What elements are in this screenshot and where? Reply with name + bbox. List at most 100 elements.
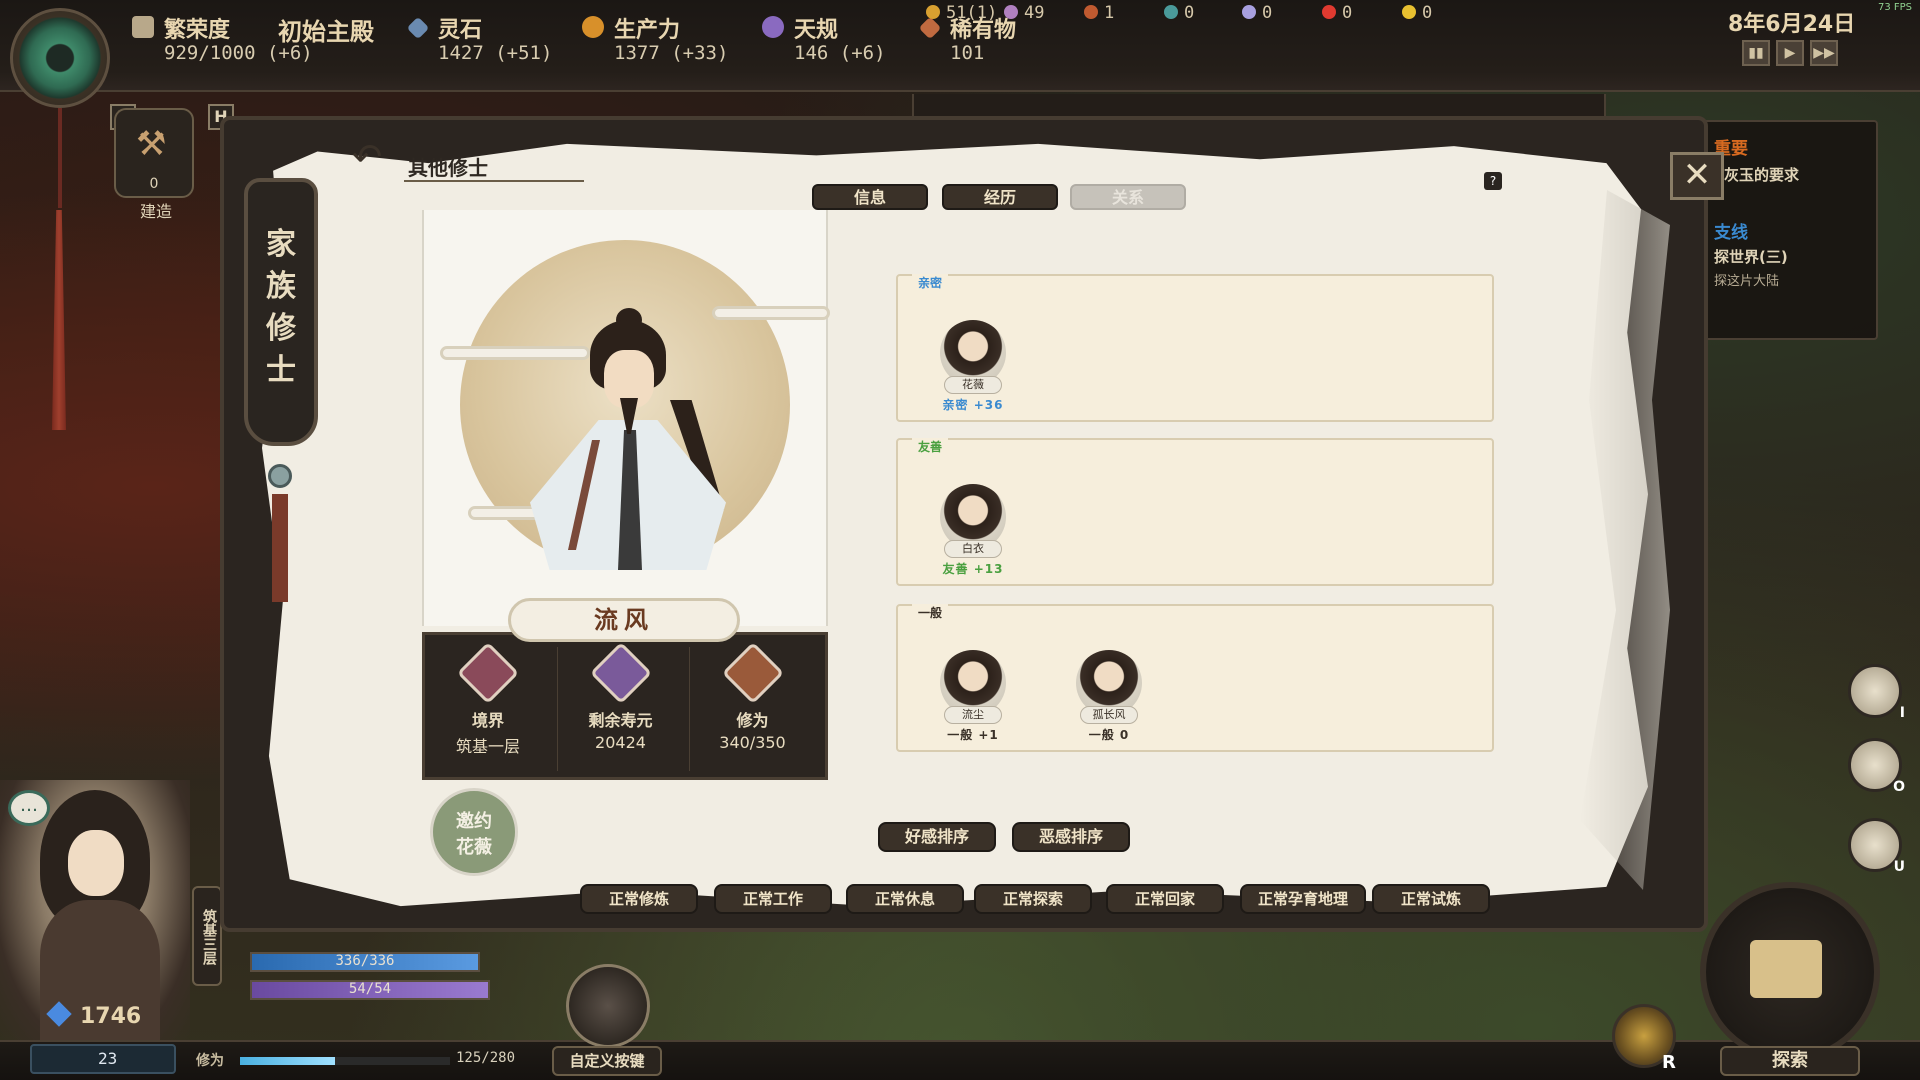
tab-relations[interactable]: 关系 [1070,184,1186,210]
tassel-decoration [272,494,288,602]
stat-label: 修为 [736,711,769,730]
gem-value: 1746 [80,1004,142,1029]
build-button[interactable]: ⚒ 0 [114,108,194,198]
back-arrow-icon[interactable]: ↶ [352,140,396,180]
invite-line: 邀约 [456,811,492,832]
stat-value: 20424 [595,733,646,752]
date-display: 8年6月24日 [1728,12,1856,37]
scroll-menu-icon[interactable]: O [1848,738,1905,795]
person-card[interactable]: 流尘 一般 +1 [928,650,1018,750]
side-quest-line[interactable]: 探世界(三) [1714,246,1788,267]
family-tab-text: 家族修士 [266,227,296,388]
mode-button[interactable]: 正常探索 [974,884,1092,914]
person-score: 一般 +1 [947,728,999,742]
group-neutral: 一般 流尘 一般 +1 孤长风 一般 0 [896,604,1494,752]
person-name: 孤长风 [1080,706,1138,724]
family-cultivators-tab[interactable]: 家族修士 [244,178,318,446]
invite-target: 花薇 [456,837,492,858]
fire-gem-icon [1322,5,1336,19]
compass-button[interactable] [566,964,650,1048]
character-menu-icon[interactable]: U [1848,818,1905,875]
knot-decoration [268,464,292,488]
stat-realm: 境界 筑基一层 [425,641,551,771]
grain-icon [926,5,940,19]
resource-value: 0 [1422,3,1433,23]
level-value: 23 [98,1049,118,1068]
person-score: 友善 +13 [942,562,1004,576]
help-icon[interactable]: ? [1484,172,1502,190]
mode-button[interactable]: 正常修炼 [580,884,698,914]
key-label: I [1899,705,1905,721]
tab-history[interactable]: 经历 [942,184,1058,210]
stat-label: 境界 [471,711,504,730]
mode-button[interactable]: 正常工作 [714,884,832,914]
resource-item[interactable]: 0 [1164,3,1194,23]
mode-button[interactable]: 正常试炼 [1372,884,1490,914]
orb-icon [1164,5,1178,19]
group-label: 友善 [912,438,949,455]
mp-value: 54/54 [348,981,392,997]
person-card[interactable]: 白衣 友善 +13 [928,484,1018,584]
person-card[interactable]: 孤长风 一般 0 [1064,650,1154,750]
rare-items-value: 101 [950,42,985,64]
group-label: 一般 [912,604,949,621]
house-icon [132,16,154,38]
hotkey-r: R [1662,1052,1676,1073]
mode-button[interactable]: 正常休息 [846,884,964,914]
heaven-rule-label: 天规 [794,18,839,43]
cultivation-icon [721,641,785,705]
person-score: 一般 0 [1088,728,1130,742]
family-tab-label: 家族修士 [248,224,314,392]
resource-value: 49 [1024,3,1045,23]
level-box: 23 [30,1044,176,1074]
invite-button[interactable]: 邀约 花薇 [430,788,518,876]
resource-value: 51(1) [946,3,998,23]
pause-button[interactable]: ▮▮ [1742,40,1770,66]
hammer-icon: ⚒ [136,124,167,164]
resource-item[interactable]: 0 [1402,3,1432,23]
map-scroll-icon[interactable] [1750,940,1822,998]
person-score: 亲密 +36 [942,398,1004,412]
cultivation-fill [240,1057,335,1065]
spirit-stone-label: 灵石 [438,18,483,43]
explore-button[interactable]: 探索 [1720,1046,1860,1076]
custom-keybind-button[interactable]: 自定义按键 [552,1046,662,1076]
sort-dislike-button[interactable]: 恶感排序 [1012,822,1130,852]
resource-item[interactable]: 0 [1242,3,1272,23]
inventory-icon[interactable]: I [1848,664,1905,721]
resource-item[interactable]: 49 [1004,3,1044,23]
resource-item[interactable]: 51(1) [926,3,997,23]
important-quest-line[interactable]: 灰玉的要求 [1724,164,1799,185]
resource-item[interactable]: 1 [1084,3,1114,23]
cultivation-bar [240,1057,450,1065]
main-hall-label[interactable]: 初始主殿 [278,12,374,47]
fast-forward-button[interactable]: ▶▶ [1810,40,1838,66]
hp-bar: 336/336 [250,952,480,972]
stat-label: 剩余寿元 [588,711,653,730]
key-label: O [1893,779,1905,795]
side-quest-heading: 支线 [1714,223,1748,243]
mp-bar: 54/54 [250,980,490,1000]
person-card[interactable]: 花薇 亲密 +36 [928,320,1018,420]
hp-value: 336/336 [335,953,395,969]
productivity-label: 生产力 [614,18,681,43]
chat-icon[interactable]: … [8,790,50,826]
key-label: U [1893,859,1905,875]
tab-info[interactable]: 信息 [812,184,928,210]
cloud-decoration [440,346,590,360]
fps-counter: 73 FPS [1878,2,1913,13]
heaven-rule-value: 146 (+6) [794,42,886,64]
resource-item[interactable]: 0 [1322,3,1352,23]
mode-button[interactable]: 正常孕育地理 [1240,884,1366,914]
resource-value: 1 [1104,3,1115,23]
sort-favor-button[interactable]: 好感排序 [878,822,996,852]
productivity-value: 1377 (+33) [614,42,729,64]
close-button[interactable]: ✕ [1670,152,1724,200]
play-button[interactable]: ▶ [1776,40,1804,66]
back-title[interactable]: 其他修士 [408,152,488,181]
jade-disc-icon[interactable] [10,8,110,108]
player-realm: 筑基三层 [192,886,222,986]
mode-button[interactable]: 正常回家 [1106,884,1224,914]
stat-lifespan: 剩余寿元 20424 [557,641,683,771]
crystal-icon [1242,5,1256,19]
